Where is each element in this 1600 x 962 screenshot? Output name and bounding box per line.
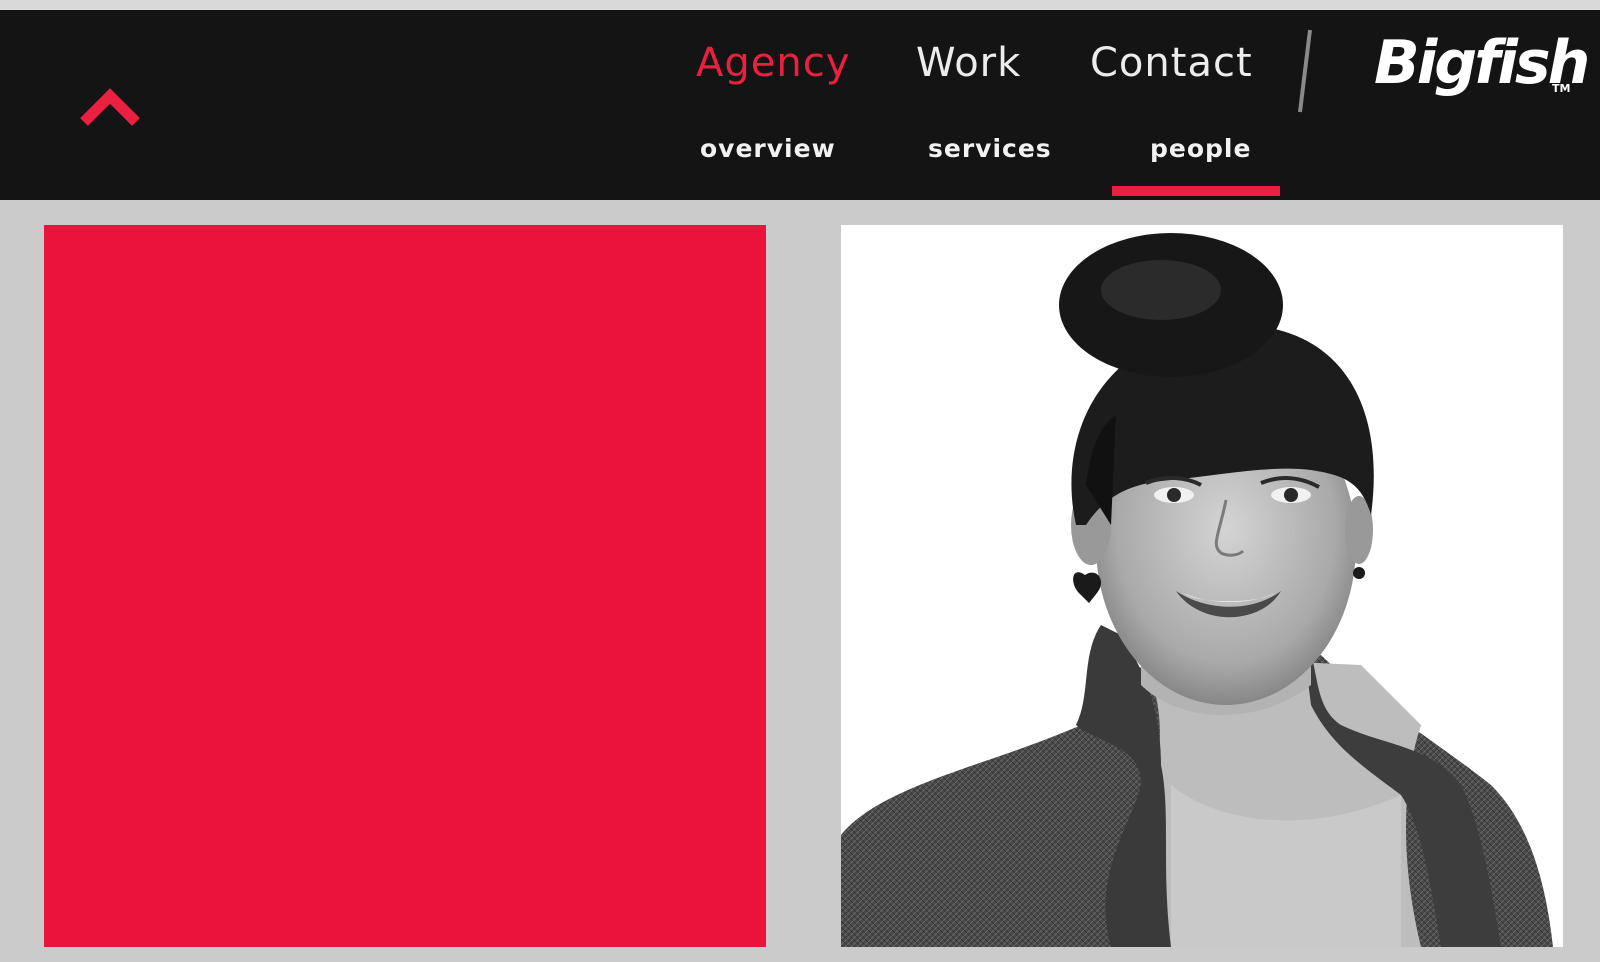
subnav-people[interactable]: people — [1150, 134, 1251, 163]
back-to-top-button[interactable] — [78, 78, 142, 128]
nav-work[interactable]: Work — [916, 40, 1021, 86]
logo-trademark: TM — [1552, 82, 1571, 95]
active-subnav-underline — [1112, 186, 1280, 196]
subnav-services[interactable]: services — [928, 134, 1052, 163]
site-header: Agency Work Contact Bigfish TM overview … — [0, 10, 1600, 200]
person-portrait-tile[interactable] — [841, 225, 1563, 947]
person-portrait-image — [841, 225, 1563, 947]
red-color-tile — [44, 225, 766, 947]
subnav-overview[interactable]: overview — [700, 134, 836, 163]
top-edge-strip — [0, 0, 1600, 10]
chevron-up-icon — [80, 88, 140, 126]
nav-divider — [1298, 29, 1312, 113]
nav-agency[interactable]: Agency — [696, 40, 850, 86]
nav-contact[interactable]: Contact — [1090, 40, 1253, 86]
